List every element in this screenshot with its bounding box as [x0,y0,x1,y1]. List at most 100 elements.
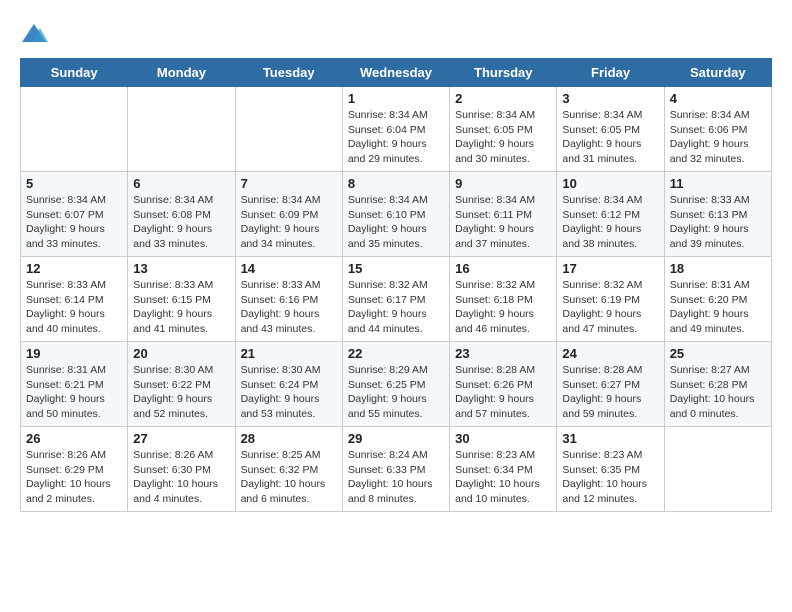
calendar-body: 1 Sunrise: 8:34 AMSunset: 6:04 PMDaylight… [21,87,772,512]
calendar-cell: 11 Sunrise: 8:33 AMSunset: 6:13 PMDayligh… [664,172,771,257]
day-info: Sunrise: 8:26 AMSunset: 6:29 PMDaylight:… [26,448,122,507]
day-header-wednesday: Wednesday [342,59,449,87]
day-info: Sunrise: 8:33 AMSunset: 6:16 PMDaylight:… [241,278,337,337]
day-number: 12 [26,261,122,276]
day-info: Sunrise: 8:34 AMSunset: 6:05 PMDaylight:… [562,108,658,167]
day-info: Sunrise: 8:29 AMSunset: 6:25 PMDaylight:… [348,363,444,422]
calendar-cell: 17Sunrise: 8:32 AMSunset: 6:19 PMDayligh… [557,257,664,342]
logo [20,20,50,48]
day-number: 21 [241,346,337,361]
day-number: 1 [348,91,444,106]
calendar-cell: 26Sunrise: 8:26 AMSunset: 6:29 PMDayligh… [21,427,128,512]
calendar-cell: 3 Sunrise: 8:34 AMSunset: 6:05 PMDaylight… [557,87,664,172]
calendar-cell: 25 Sunrise: 8:27 AMSunset: 6:28 PMDayligh… [664,342,771,427]
day-info: Sunrise: 8:32 AMSunset: 6:18 PMDaylight:… [455,278,551,337]
day-number: 19 [26,346,122,361]
day-info: Sunrise: 8:30 AMSunset: 6:24 PMDaylight:… [241,363,337,422]
calendar-cell: 23 Sunrise: 8:28 AMSunset: 6:26 PMDayligh… [450,342,557,427]
day-info: Sunrise: 8:24 AMSunset: 6:33 PMDaylight:… [348,448,444,507]
day-number: 9 [455,176,551,191]
calendar-cell: 10Sunrise: 8:34 AMSunset: 6:12 PMDayligh… [557,172,664,257]
calendar-cell: 20 Sunrise: 8:30 AMSunset: 6:22 PMDayligh… [128,342,235,427]
day-number: 16 [455,261,551,276]
day-info: Sunrise: 8:23 AMSunset: 6:34 PMDaylight:… [455,448,551,507]
day-info: Sunrise: 8:26 AMSunset: 6:30 PMDaylight:… [133,448,229,507]
calendar-cell: 19 Sunrise: 8:31 AMSunset: 6:21 PMDayligh… [21,342,128,427]
calendar-cell: 22 Sunrise: 8:29 AMSunset: 6:25 PMDayligh… [342,342,449,427]
day-number: 20 [133,346,229,361]
day-number: 18 [670,261,766,276]
day-number: 10 [562,176,658,191]
day-number: 24 [562,346,658,361]
calendar-cell: 7 Sunrise: 8:34 AMSunset: 6:09 PMDaylight… [235,172,342,257]
days-header-row: SundayMondayTuesdayWednesdayThursdayFrid… [21,59,772,87]
day-number: 15 [348,261,444,276]
day-info: Sunrise: 8:27 AMSunset: 6:28 PMDaylight:… [670,363,766,422]
calendar-cell [21,87,128,172]
calendar-cell: 21 Sunrise: 8:30 AMSunset: 6:24 PMDayligh… [235,342,342,427]
day-header-saturday: Saturday [664,59,771,87]
day-number: 25 [670,346,766,361]
calendar-cell: 15Sunrise: 8:32 AMSunset: 6:17 PMDayligh… [342,257,449,342]
day-number: 30 [455,431,551,446]
day-info: Sunrise: 8:33 AMSunset: 6:13 PMDaylight:… [670,193,766,252]
calendar-cell: 30 Sunrise: 8:23 AMSunset: 6:34 PMDayligh… [450,427,557,512]
day-info: Sunrise: 8:34 AMSunset: 6:07 PMDaylight:… [26,193,122,252]
calendar-cell: 12Sunrise: 8:33 AMSunset: 6:14 PMDayligh… [21,257,128,342]
day-info: Sunrise: 8:34 AMSunset: 6:05 PMDaylight:… [455,108,551,167]
day-info: Sunrise: 8:34 AMSunset: 6:06 PMDaylight:… [670,108,766,167]
calendar-cell: 18 Sunrise: 8:31 AMSunset: 6:20 PMDayligh… [664,257,771,342]
day-info: Sunrise: 8:25 AMSunset: 6:32 PMDaylight:… [241,448,337,507]
header [20,20,772,48]
calendar-cell [664,427,771,512]
day-number: 11 [670,176,766,191]
day-info: Sunrise: 8:34 AMSunset: 6:09 PMDaylight:… [241,193,337,252]
calendar-cell [128,87,235,172]
day-number: 6 [133,176,229,191]
day-info: Sunrise: 8:31 AMSunset: 6:21 PMDaylight:… [26,363,122,422]
week-row-1: 1 Sunrise: 8:34 AMSunset: 6:04 PMDaylight… [21,87,772,172]
day-number: 29 [348,431,444,446]
calendar-cell: 24 Sunrise: 8:28 AMSunset: 6:27 PMDayligh… [557,342,664,427]
week-row-2: 5Sunrise: 8:34 AMSunset: 6:07 PMDaylight… [21,172,772,257]
day-info: Sunrise: 8:31 AMSunset: 6:20 PMDaylight:… [670,278,766,337]
day-info: Sunrise: 8:34 AMSunset: 6:10 PMDaylight:… [348,193,444,252]
calendar-cell: 16 Sunrise: 8:32 AMSunset: 6:18 PMDayligh… [450,257,557,342]
calendar-cell: 5Sunrise: 8:34 AMSunset: 6:07 PMDaylight… [21,172,128,257]
logo-icon [20,20,48,48]
day-number: 13 [133,261,229,276]
day-number: 2 [455,91,551,106]
day-number: 3 [562,91,658,106]
day-info: Sunrise: 8:30 AMSunset: 6:22 PMDaylight:… [133,363,229,422]
page: SundayMondayTuesdayWednesdayThursdayFrid… [0,0,792,522]
calendar-cell [235,87,342,172]
calendar-cell: 8 Sunrise: 8:34 AMSunset: 6:10 PMDaylight… [342,172,449,257]
day-info: Sunrise: 8:32 AMSunset: 6:19 PMDaylight:… [562,278,658,337]
day-info: Sunrise: 8:28 AMSunset: 6:26 PMDaylight:… [455,363,551,422]
calendar-cell: 2 Sunrise: 8:34 AMSunset: 6:05 PMDaylight… [450,87,557,172]
day-info: Sunrise: 8:33 AMSunset: 6:15 PMDaylight:… [133,278,229,337]
day-number: 23 [455,346,551,361]
day-header-monday: Monday [128,59,235,87]
day-info: Sunrise: 8:28 AMSunset: 6:27 PMDaylight:… [562,363,658,422]
week-row-4: 19 Sunrise: 8:31 AMSunset: 6:21 PMDayligh… [21,342,772,427]
week-row-5: 26Sunrise: 8:26 AMSunset: 6:29 PMDayligh… [21,427,772,512]
day-info: Sunrise: 8:34 AMSunset: 6:04 PMDaylight:… [348,108,444,167]
day-header-thursday: Thursday [450,59,557,87]
calendar-cell: 28 Sunrise: 8:25 AMSunset: 6:32 PMDayligh… [235,427,342,512]
day-number: 31 [562,431,658,446]
calendar-header: SundayMondayTuesdayWednesdayThursdayFrid… [21,59,772,87]
calendar-cell: 14 Sunrise: 8:33 AMSunset: 6:16 PMDayligh… [235,257,342,342]
calendar-cell: 6Sunrise: 8:34 AMSunset: 6:08 PMDaylight… [128,172,235,257]
day-number: 4 [670,91,766,106]
day-number: 22 [348,346,444,361]
day-number: 28 [241,431,337,446]
day-number: 8 [348,176,444,191]
day-info: Sunrise: 8:23 AMSunset: 6:35 PMDaylight:… [562,448,658,507]
calendar-cell: 9Sunrise: 8:34 AMSunset: 6:11 PMDaylight… [450,172,557,257]
day-number: 7 [241,176,337,191]
day-number: 14 [241,261,337,276]
calendar: SundayMondayTuesdayWednesdayThursdayFrid… [20,58,772,512]
week-row-3: 12Sunrise: 8:33 AMSunset: 6:14 PMDayligh… [21,257,772,342]
day-header-sunday: Sunday [21,59,128,87]
